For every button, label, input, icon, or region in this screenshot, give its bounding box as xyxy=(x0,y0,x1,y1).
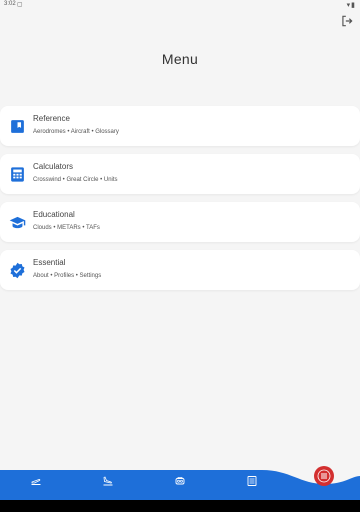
verified-badge-icon xyxy=(10,262,25,279)
card-subtitle: Crosswind • Great Circle • Units xyxy=(33,177,118,183)
calculator-icon xyxy=(11,167,24,182)
menu-card-essential[interactable]: Essential About • Profiles • Settings xyxy=(0,250,360,290)
card-title: Reference xyxy=(33,114,70,123)
page-title: Menu xyxy=(161,51,199,67)
book-icon xyxy=(11,120,24,133)
landing-icon[interactable] xyxy=(102,475,114,487)
takeoff-icon[interactable] xyxy=(30,475,42,487)
menu-card-educational[interactable]: Educational Clouds • METARs • TAFs xyxy=(0,202,360,242)
card-subtitle: Aerodromes • Aircraft • Glossary xyxy=(33,129,119,135)
message-icon: ▢ xyxy=(17,2,23,8)
status-icons: ▾▮ xyxy=(347,1,356,9)
menu-card-reference[interactable]: Reference Aerodromes • Aircraft • Glossa… xyxy=(0,106,360,146)
card-title: Essential xyxy=(33,258,66,267)
menu-card-calculators[interactable]: Calculators Crosswind • Great Circle • U… xyxy=(0,154,360,194)
bottom-nav xyxy=(0,470,360,500)
graduation-cap-icon xyxy=(9,216,26,229)
card-subtitle: About • Profiles • Settings xyxy=(33,273,102,279)
card-title: Educational xyxy=(33,210,75,219)
card-subtitle: Clouds • METARs • TAFs xyxy=(33,225,100,231)
menu-fab-button[interactable] xyxy=(314,466,334,486)
checklist-icon[interactable] xyxy=(246,475,258,487)
engine-icon[interactable] xyxy=(174,475,186,487)
logout-icon[interactable] xyxy=(340,14,354,28)
system-gesture-bar xyxy=(0,500,360,512)
menu-icon xyxy=(317,469,331,483)
status-time: 3:02 xyxy=(4,1,16,7)
card-title: Calculators xyxy=(33,162,74,171)
status-bar: 3:02 ▢ ▾▮ xyxy=(0,0,360,10)
battery-icon: ▮ xyxy=(351,2,356,9)
